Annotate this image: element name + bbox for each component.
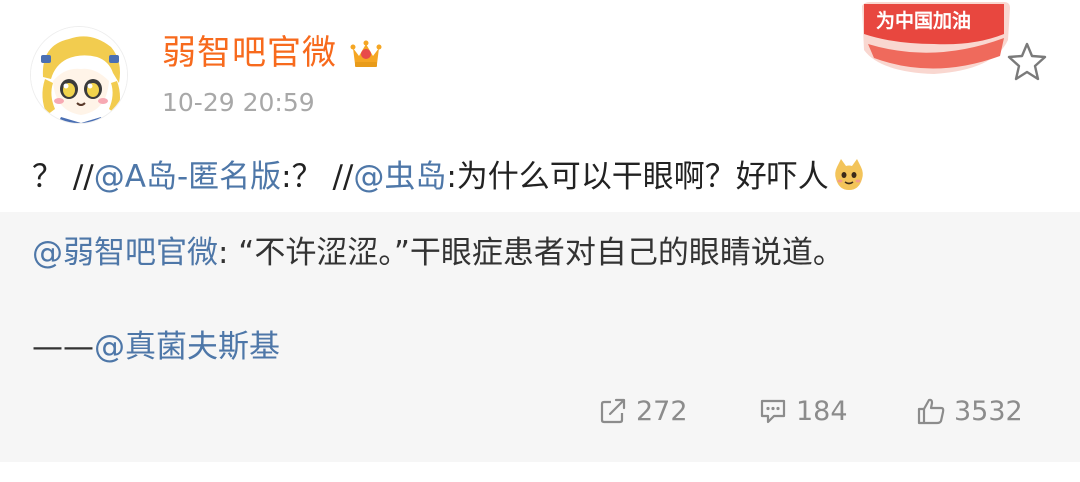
signature-dash: —— — [32, 329, 94, 365]
repost-button[interactable]: 272 — [598, 394, 688, 428]
quoted-text: : “不许涩涩。”干眼症患者对自己的眼睛说道。 — [218, 235, 844, 271]
quoted-post-text: @弱智吧官微: “不许涩涩。”干眼症患者对自己的眼睛说道。 — [32, 232, 844, 274]
crown-icon — [349, 36, 383, 70]
thumbs-up-icon — [917, 398, 945, 425]
mention-link[interactable]: @虫岛 — [353, 159, 446, 195]
signature-mention[interactable]: @真菌夫斯基 — [94, 329, 280, 365]
cartoon-girl-avatar-icon — [31, 27, 127, 123]
repost-count: 272 — [636, 395, 688, 427]
badge-text: 为中国加油 — [876, 9, 971, 32]
quoted-post[interactable]: @弱智吧官微: “不许涩涩。”干眼症患者对自己的眼睛说道。 ——@真菌夫斯基 2… — [0, 212, 1080, 462]
like-count: 3532 — [954, 395, 1023, 427]
author-name[interactable]: 弱智吧官微 — [162, 31, 337, 75]
comment-button[interactable]: 184 — [758, 394, 848, 428]
comment-count: 184 — [796, 395, 848, 427]
author-avatar[interactable] — [30, 26, 128, 124]
post-timestamp: 10-29 20:59 — [162, 88, 315, 117]
favorite-star-icon[interactable] — [1006, 40, 1048, 82]
event-badge[interactable]: 为中国加油 — [854, 0, 1014, 78]
post-text-part: :为什么可以干眼啊？好吓人 — [446, 159, 829, 195]
post-text-part: ？ // — [32, 159, 94, 195]
weibo-post-card: 弱智吧官微 10-29 20:59 为中国加油 ？ //@A岛-匿名版:？ //… — [0, 0, 1080, 482]
cat-emoji-icon — [831, 157, 867, 193]
comment-icon — [760, 399, 786, 424]
quoted-signature: ——@真菌夫斯基 — [32, 326, 280, 368]
post-text-part: :？ // — [281, 159, 354, 195]
repost-icon — [600, 398, 626, 424]
post-text: ？ //@A岛-匿名版:？ //@虫岛:为什么可以干眼啊？好吓人 — [32, 156, 867, 198]
quoted-author-mention[interactable]: @弱智吧官微 — [32, 235, 218, 271]
like-button[interactable]: 3532 — [916, 394, 1023, 428]
author-row: 弱智吧官微 — [162, 31, 383, 75]
mention-link[interactable]: @A岛-匿名版 — [94, 159, 281, 195]
